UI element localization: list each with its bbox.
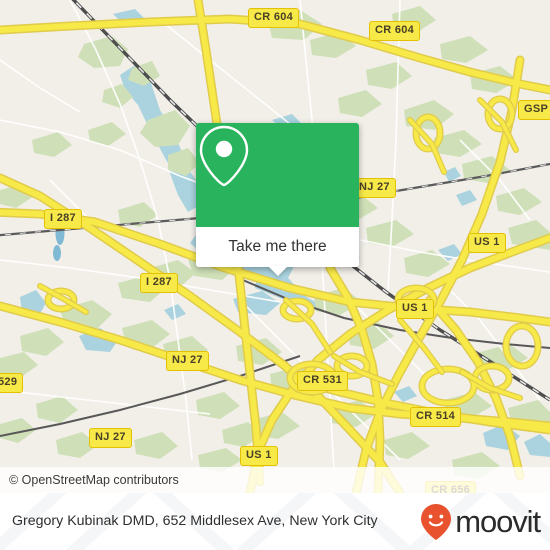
road-shield-i287-b: I 287 xyxy=(140,273,178,293)
osm-attribution-text: © OpenStreetMap contributors xyxy=(9,473,179,487)
road-shield-us1-a: US 1 xyxy=(468,233,506,253)
road-shield-us1-c: US 1 xyxy=(240,446,278,466)
osm-attribution-bar: © OpenStreetMap contributors xyxy=(0,467,550,493)
road-shield-us1-b: US 1 xyxy=(396,299,434,319)
footer-bar: Gregory Kubinak DMD, 652 Middlesex Ave, … xyxy=(0,493,550,550)
map-canvas[interactable]: CR 604 CR 604 GSP I 287 NJ 27 US 1 I 287… xyxy=(0,0,550,493)
road-shield-i287-a: I 287 xyxy=(44,209,82,229)
road-shield-cr531: CR 531 xyxy=(297,371,349,391)
moovit-map-screenshot: CR 604 CR 604 GSP I 287 NJ 27 US 1 I 287… xyxy=(0,0,550,550)
moovit-logo[interactable]: moovit xyxy=(419,502,541,542)
road-shield-cr514: CR 514 xyxy=(410,407,462,427)
road-shield-nj27-a: NJ 27 xyxy=(353,178,396,198)
moovit-smiley-pin-icon xyxy=(421,503,452,540)
road-shield-nj27-b: NJ 27 xyxy=(166,351,209,371)
road-shield-529: 529 xyxy=(0,373,24,393)
road-shield-cr604-a: CR 604 xyxy=(248,8,300,28)
location-address: Gregory Kubinak DMD, 652 Middlesex Ave, … xyxy=(12,513,378,530)
moovit-wordmark: moovit xyxy=(455,503,541,539)
location-pin-icon xyxy=(199,125,249,187)
take-me-there-label: Take me there xyxy=(228,238,327,255)
popup-tail xyxy=(267,266,288,276)
popup-header xyxy=(196,123,359,227)
road-shield-cr604-b: CR 604 xyxy=(369,21,421,41)
road-shield-gsp: GSP xyxy=(518,100,550,120)
popup-footer[interactable]: Take me there xyxy=(196,227,359,276)
location-popup-card[interactable]: Take me there xyxy=(196,123,359,276)
road-shield-nj27-c: NJ 27 xyxy=(89,428,132,448)
